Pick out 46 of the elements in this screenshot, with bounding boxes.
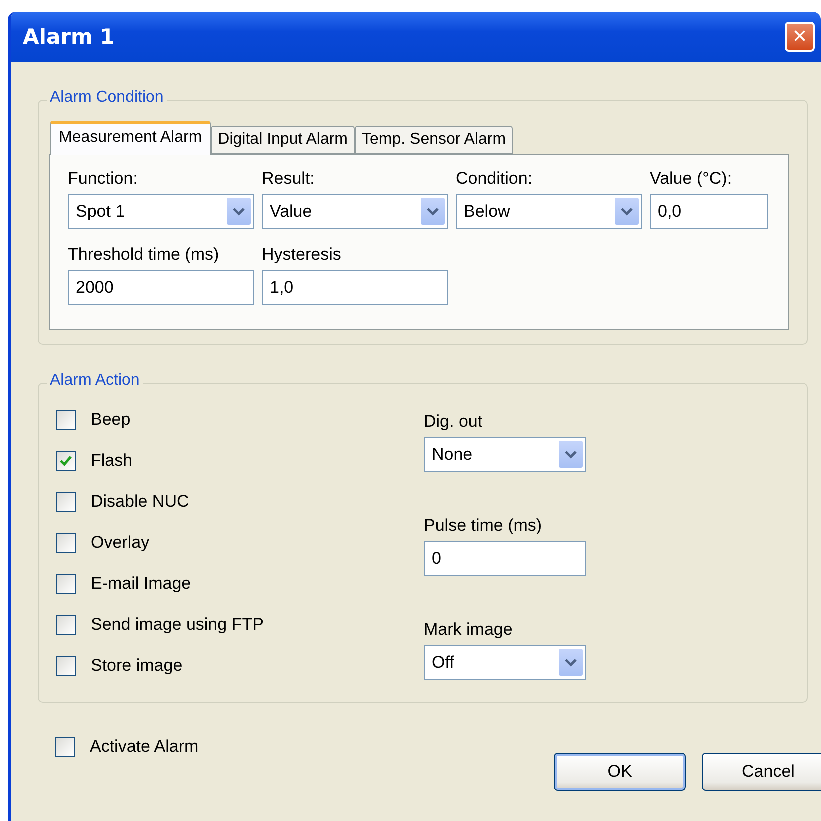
checkbox-label: E-mail Image: [91, 574, 192, 594]
input-field[interactable]: 2000: [68, 270, 254, 305]
window-title: Alarm 1: [23, 25, 115, 49]
checkbox[interactable]: [56, 533, 76, 553]
caret-icon: [564, 658, 578, 668]
checkbox-label: Disable NUC: [91, 492, 190, 512]
tab[interactable]: Temp. Sensor Alarm: [355, 126, 514, 154]
field-label: Mark image: [424, 620, 514, 640]
checkbox[interactable]: [56, 615, 76, 635]
field-label: Result:: [262, 169, 316, 189]
checkbox[interactable]: [55, 737, 75, 757]
input-field[interactable]: 0: [424, 541, 586, 576]
input-field[interactable]: 0,0: [650, 194, 768, 229]
caret-icon: [564, 450, 578, 460]
checkbox-label: Flash: [91, 451, 133, 471]
caret-icon: [232, 206, 246, 216]
dropdown[interactable]: Value: [262, 194, 448, 229]
checkbox[interactable]: [56, 451, 76, 471]
checkbox-label: Overlay: [91, 533, 150, 553]
ok-button[interactable]: OK: [554, 753, 686, 791]
dropdown[interactable]: Spot 1: [68, 194, 254, 229]
checkbox[interactable]: [56, 656, 76, 676]
field-label: Hysteresis: [262, 245, 342, 265]
checkbox-label: Activate Alarm: [90, 737, 199, 757]
input-field[interactable]: 1,0: [262, 270, 448, 305]
dropdown[interactable]: Off: [424, 645, 586, 680]
caret-icon: [620, 206, 634, 216]
field-label: Dig. out: [424, 412, 484, 432]
checkbox[interactable]: [56, 574, 76, 594]
field-label: Threshold time (ms): [68, 245, 220, 265]
field-label: Value (°C):: [650, 169, 734, 189]
tab[interactable]: Measurement Alarm: [50, 121, 212, 155]
field-label: Function:: [68, 169, 139, 189]
checkbox-label: Send image using FTP: [91, 615, 264, 635]
checkbox[interactable]: [56, 492, 76, 512]
caret-icon: [426, 206, 440, 216]
checkbox-label: Store image: [91, 656, 183, 676]
dropdown[interactable]: Below: [456, 194, 642, 229]
cancel-button[interactable]: Cancel: [702, 753, 821, 791]
field-label: Condition:: [456, 169, 534, 189]
tab[interactable]: Digital Input Alarm: [211, 126, 356, 154]
checkbox-label: Beep: [91, 410, 131, 430]
checkbox[interactable]: [56, 410, 76, 430]
check-icon: [59, 455, 73, 467]
field-label: Pulse time (ms): [424, 516, 544, 536]
dropdown[interactable]: None: [424, 437, 586, 472]
